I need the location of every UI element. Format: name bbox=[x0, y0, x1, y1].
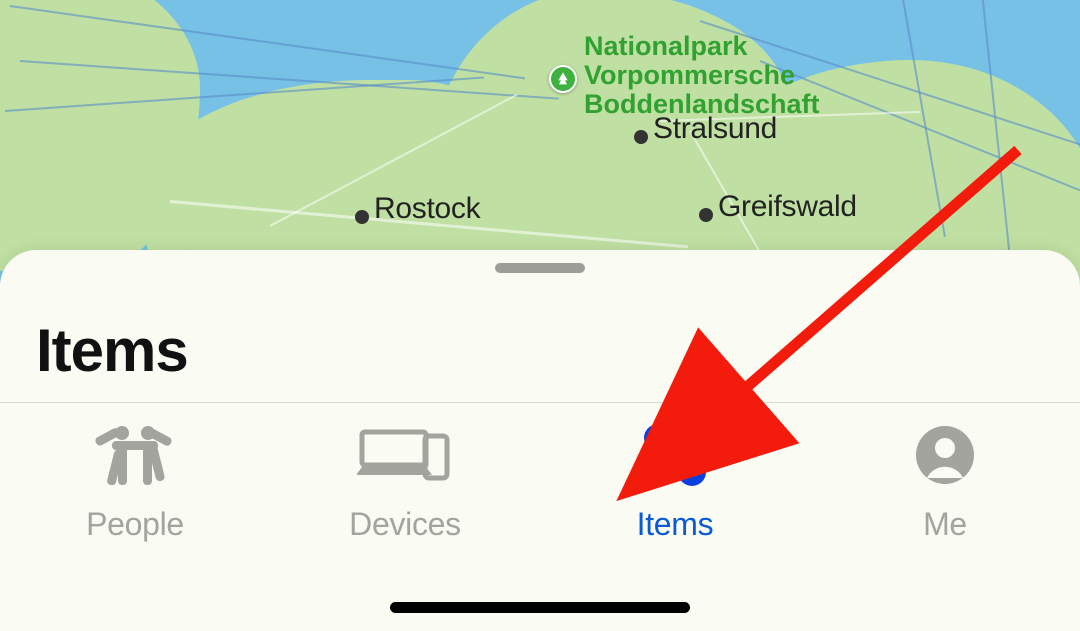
tab-label: Me bbox=[923, 506, 967, 543]
park-pin-icon bbox=[549, 65, 577, 93]
divider bbox=[0, 402, 1080, 403]
tab-label: People bbox=[86, 506, 184, 543]
tab-bar: People Devices bbox=[0, 410, 1080, 631]
tab-devices[interactable]: Devices bbox=[270, 410, 540, 631]
sheet-title: Items bbox=[36, 316, 188, 385]
city-label-greifswald: Greifswald bbox=[718, 190, 857, 224]
items-icon bbox=[644, 422, 706, 488]
tab-me[interactable]: Me bbox=[810, 410, 1080, 631]
city-label-stralsund: Stralsund bbox=[653, 112, 777, 146]
home-indicator[interactable] bbox=[390, 602, 690, 613]
city-dot bbox=[699, 208, 713, 222]
city-label-rostock: Rostock bbox=[374, 192, 480, 226]
sheet-grabber[interactable] bbox=[495, 263, 585, 273]
people-icon bbox=[92, 422, 178, 488]
tab-people[interactable]: People bbox=[0, 410, 270, 631]
city-dot bbox=[355, 210, 369, 224]
park-label-line2: Vorpommersche bbox=[584, 61, 795, 89]
tab-label: Devices bbox=[349, 506, 461, 543]
city-dot bbox=[634, 130, 648, 144]
person-icon bbox=[916, 422, 974, 488]
bottom-sheet[interactable]: Items bbox=[0, 250, 1080, 631]
tab-label: Items bbox=[637, 506, 714, 543]
tab-items[interactable]: Items bbox=[540, 410, 810, 631]
park-label-line1: Nationalpark bbox=[584, 32, 748, 60]
devices-icon bbox=[357, 422, 453, 488]
